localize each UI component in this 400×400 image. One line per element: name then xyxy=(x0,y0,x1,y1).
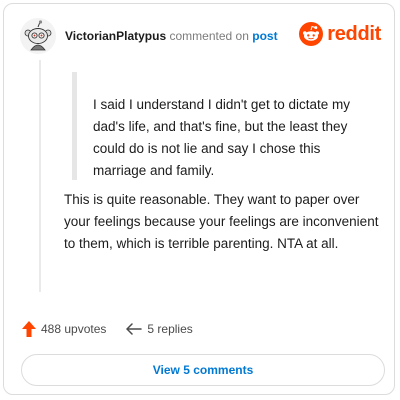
comment-body: This is quite reasonable. They want to p… xyxy=(64,192,379,251)
upvote-arrow-icon xyxy=(22,321,36,337)
action-text: commented on xyxy=(169,29,249,43)
upvote-button[interactable]: 488 upvotes xyxy=(22,321,106,337)
snoo-avatar-icon xyxy=(20,18,56,54)
avatar[interactable] xyxy=(20,18,56,54)
upvote-count: 488 upvotes xyxy=(41,322,107,336)
username[interactable]: VictorianPlatypus xyxy=(65,29,166,43)
reply-count: 5 replies xyxy=(147,322,193,336)
thread-line xyxy=(39,60,41,292)
reddit-wordmark: reddit xyxy=(327,22,381,45)
reddit-logo[interactable]: reddit xyxy=(299,22,381,46)
quoted-text: I said I understand I didn't get to dict… xyxy=(93,97,350,178)
replies-button[interactable]: 5 replies xyxy=(126,322,193,336)
post-link[interactable]: post xyxy=(252,29,277,43)
view-comments-button[interactable]: View 5 comments xyxy=(21,354,385,386)
reddit-snoo-icon xyxy=(299,22,324,46)
comment-header: VictorianPlatypus commented on post xyxy=(65,29,278,43)
comment-actions: 488 upvotes 5 replies xyxy=(22,321,193,337)
comment-card: VictorianPlatypus commented on post redd… xyxy=(3,3,395,395)
quote-bar xyxy=(72,72,77,180)
reply-arrow-icon xyxy=(126,323,143,335)
